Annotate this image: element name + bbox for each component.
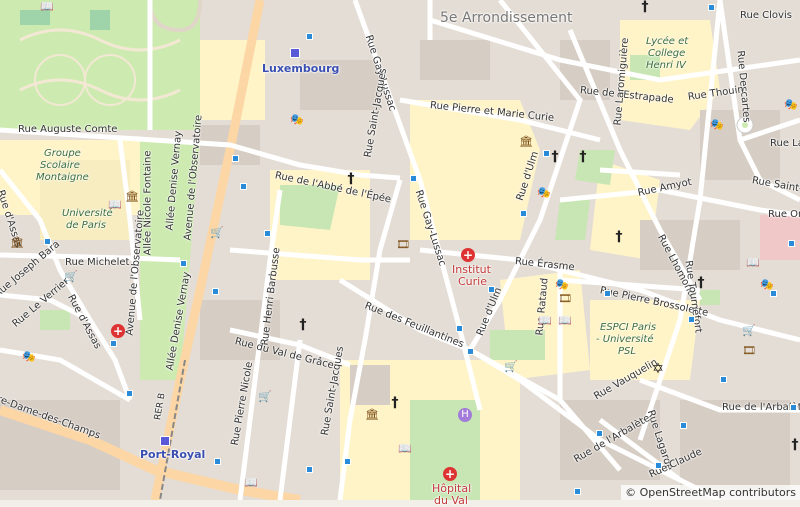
street-label-ortolan: Rue Ort xyxy=(768,209,800,220)
bus-stop-icon[interactable] xyxy=(44,238,51,245)
bus-stop-icon[interactable] xyxy=(410,175,417,182)
bus-stop-icon[interactable] xyxy=(456,325,463,332)
place-label-curie[interactable]: Curie xyxy=(458,275,487,288)
bus-stop-icon[interactable] xyxy=(655,462,662,469)
synagogue-icon[interactable]: ✡ xyxy=(651,362,665,376)
bus-stop-icon[interactable] xyxy=(574,488,581,495)
place-label-groupe: Groupe xyxy=(44,148,81,159)
place-label-montaigne: Montaigne xyxy=(36,172,89,183)
bus-stop-icon[interactable] xyxy=(680,422,687,429)
theatre-icon[interactable]: 🎭 xyxy=(290,113,304,127)
museum-icon[interactable]: 🏛 xyxy=(519,135,533,149)
cinema-icon[interactable]: 🎞 xyxy=(742,344,756,358)
bus-stop-icon[interactable] xyxy=(180,260,187,267)
street-label-arbalete-e: Rue de l'Arbalète xyxy=(722,402,800,413)
theatre-icon[interactable]: 🎭 xyxy=(22,350,36,364)
church-icon[interactable]: † xyxy=(612,230,626,244)
bus-stop-icon[interactable] xyxy=(212,288,219,295)
library-icon[interactable]: 📖 xyxy=(40,0,54,14)
shop-icon[interactable]: 🛒 xyxy=(210,226,224,240)
street-label-nicole-fontaine: Allée Nicole Fontaine xyxy=(142,150,154,256)
bus-stop-icon[interactable] xyxy=(306,466,313,473)
bus-stop-icon[interactable] xyxy=(720,376,727,383)
place-label-psl: PSL xyxy=(618,346,636,357)
shop-icon[interactable]: 🛒 xyxy=(504,360,518,374)
street-label-lacepede: Rue Lacé xyxy=(770,138,800,149)
library-icon[interactable]: 📖 xyxy=(108,198,122,212)
bus-stop-icon[interactable] xyxy=(790,404,797,411)
hotel-icon[interactable]: H xyxy=(458,408,472,422)
shop-icon[interactable]: 🛒 xyxy=(258,390,272,404)
bus-stop-icon[interactable] xyxy=(240,183,247,190)
bus-stop-icon[interactable] xyxy=(688,316,695,323)
place-label-lycee: Lycée et xyxy=(646,36,689,47)
theatre-icon[interactable]: 🎭 xyxy=(537,186,551,200)
hospital-icon[interactable]: + xyxy=(461,248,475,262)
library-icon[interactable]: 📖 xyxy=(244,476,258,490)
cinema-icon[interactable]: 🎞 xyxy=(396,238,410,252)
theatre-icon[interactable]: 🎭 xyxy=(784,98,798,112)
hospital-icon[interactable]: + xyxy=(111,324,125,338)
library-icon[interactable]: 📖 xyxy=(746,256,760,270)
museum-icon[interactable]: 🏛 xyxy=(365,408,379,422)
theatre-icon[interactable]: 🎭 xyxy=(710,118,724,132)
bus-stop-icon[interactable] xyxy=(126,390,133,397)
museum-icon[interactable]: 🏛 xyxy=(125,190,139,204)
metro-station-icon[interactable] xyxy=(290,48,300,58)
place-label-du-val[interactable]: du Val xyxy=(434,494,468,507)
street-label-auguste-comte: Rue Auguste Comte xyxy=(18,124,118,135)
place-label-college: College xyxy=(648,48,686,59)
bus-stop-icon[interactable] xyxy=(770,290,777,297)
place-label-de-paris: de Paris xyxy=(66,220,106,231)
bus-stop-icon[interactable] xyxy=(214,458,221,465)
map-canvas[interactable]: 5e Arrondissement Rue Auguste Comte Rue … xyxy=(0,0,800,507)
bus-stop-icon[interactable] xyxy=(306,33,313,40)
bus-stop-icon[interactable] xyxy=(543,150,550,157)
shop-icon[interactable]: 🛒 xyxy=(742,324,756,338)
bus-stop-icon[interactable] xyxy=(110,340,117,347)
library-icon[interactable]: 📖 xyxy=(558,314,572,328)
map-attribution[interactable]: © OpenStreetMap contributors xyxy=(621,485,800,500)
street-label-michelet: Rue Michelet xyxy=(65,257,130,268)
place-label-scolaire: Scolaire xyxy=(40,160,80,171)
church-icon[interactable]: † xyxy=(548,150,562,164)
hospital-icon[interactable]: + xyxy=(443,467,457,481)
place-label-universite: Université xyxy=(62,208,113,219)
bus-stop-icon[interactable] xyxy=(708,4,715,11)
bus-stop-icon[interactable] xyxy=(604,290,611,297)
street-label-clovis: Rue Clovis xyxy=(740,10,792,21)
church-icon[interactable]: † xyxy=(788,438,800,452)
bus-stop-icon[interactable] xyxy=(232,155,239,162)
church-icon[interactable]: † xyxy=(296,318,310,332)
theatre-icon[interactable]: 🎭 xyxy=(555,278,569,292)
library-icon[interactable]: 📖 xyxy=(538,314,552,328)
bus-stop-icon[interactable] xyxy=(467,348,474,355)
church-icon[interactable]: † xyxy=(576,150,590,164)
bus-stop-icon[interactable] xyxy=(344,458,351,465)
place-label-henri-iv: Henri IV xyxy=(646,60,686,71)
shop-icon[interactable]: 🛒 xyxy=(64,270,78,284)
place-label-espci: ESPCI Paris xyxy=(600,322,657,333)
church-icon[interactable]: † xyxy=(694,276,708,290)
cinema-icon[interactable]: 🎞 xyxy=(558,292,572,306)
metro-station-icon[interactable] xyxy=(160,436,170,446)
bus-stop-icon[interactable] xyxy=(788,240,795,247)
arrondissement-label: 5e Arrondissement xyxy=(440,10,573,26)
church-icon[interactable]: † xyxy=(388,396,402,410)
library-icon[interactable]: 📖 xyxy=(398,442,412,456)
bus-stop-icon[interactable] xyxy=(520,210,527,217)
metro-label-port-royal[interactable]: Port-Royal xyxy=(140,448,205,461)
museum-icon[interactable]: 🏛 xyxy=(10,236,24,250)
bus-stop-icon[interactable] xyxy=(264,230,271,237)
metro-label-luxembourg[interactable]: Luxembourg xyxy=(262,62,339,75)
bus-stop-icon[interactable] xyxy=(596,430,603,437)
place-label-universite-2: - Université xyxy=(596,334,654,345)
bus-stop-icon[interactable] xyxy=(488,286,495,293)
church-icon[interactable]: † xyxy=(344,172,358,186)
church-icon[interactable]: † xyxy=(638,0,652,14)
